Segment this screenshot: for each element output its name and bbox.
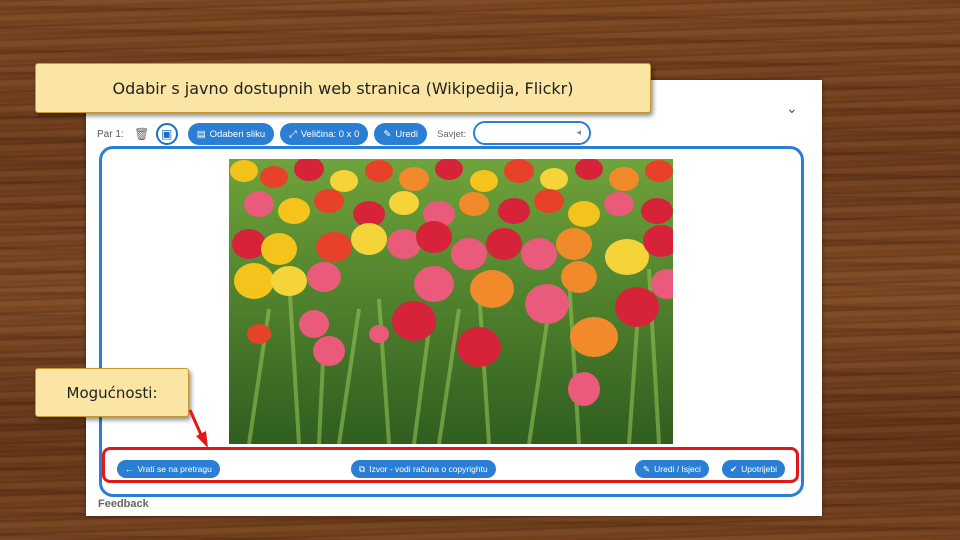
choose-image-button[interactable]: ▤ Odaberi sliku xyxy=(187,123,275,145)
edit-icon: ✎ xyxy=(383,128,392,140)
image-icon: ▤ xyxy=(196,128,206,140)
edit-crop-label: Uredi / Isjeci xyxy=(654,464,701,474)
image-icon[interactable]: ▣ xyxy=(155,123,178,145)
tulip-image xyxy=(229,159,673,444)
back-to-search-label: Vrati se na pretragu xyxy=(137,464,212,474)
pair-label: Par 1: xyxy=(97,128,124,140)
arrow-left-icon: ← xyxy=(125,464,134,474)
title-callout: Odabir s javno dostupnih web stranica (W… xyxy=(35,63,651,113)
choose-image-label: Odaberi sliku xyxy=(209,128,266,140)
use-button[interactable]: ✔ Upotrijebi xyxy=(722,460,786,478)
tip-input[interactable]: ◂ xyxy=(473,121,591,145)
speaker-icon[interactable]: ◂ xyxy=(576,127,581,138)
options-callout-text: Mogućnosti: xyxy=(66,383,158,402)
tulip-photo xyxy=(229,159,673,444)
source-copyright-label: Izvor - vodi računa o copyrightu xyxy=(369,464,488,474)
title-callout-text: Odabir s javno dostupnih web stranica (W… xyxy=(112,78,574,98)
tip-label: Savjet: xyxy=(437,129,467,140)
trash-icon[interactable]: 🗑 xyxy=(132,124,152,144)
pencil-icon: ✎ xyxy=(643,463,651,474)
options-callout: Mogućnosti: xyxy=(35,368,189,417)
back-to-search-button[interactable]: ← Vrati se na pretragu xyxy=(117,460,220,478)
source-copyright-button[interactable]: ⧉ Izvor - vodi računa o copyrightu xyxy=(351,460,496,478)
resize-icon: ⤢ xyxy=(289,128,297,140)
edit-button[interactable]: ✎ Uredi xyxy=(374,123,428,145)
pair-toolbar: Par 1: 🗑 ▣ ▤ Odaberi sliku ⤢ Veličina: 0… xyxy=(97,122,428,146)
use-label: Upotrijebi xyxy=(741,464,778,474)
external-link-icon: ⧉ xyxy=(359,463,366,474)
size-button[interactable]: ⤢ Veličina: 0 x 0 xyxy=(280,123,369,145)
size-label: Veličina: 0 x 0 xyxy=(300,128,360,140)
edit-label: Uredi xyxy=(395,128,419,140)
image-actions-bar: ← Vrati se na pretragu ⧉ Izvor - vodi ra… xyxy=(102,447,799,483)
chevron-down-icon[interactable]: ⌄ xyxy=(786,100,798,117)
edit-crop-button[interactable]: ✎ Uredi / Isjeci xyxy=(635,460,709,478)
feedback-link[interactable]: Feedback xyxy=(98,498,149,510)
check-circle-icon: ✔ xyxy=(730,463,738,474)
